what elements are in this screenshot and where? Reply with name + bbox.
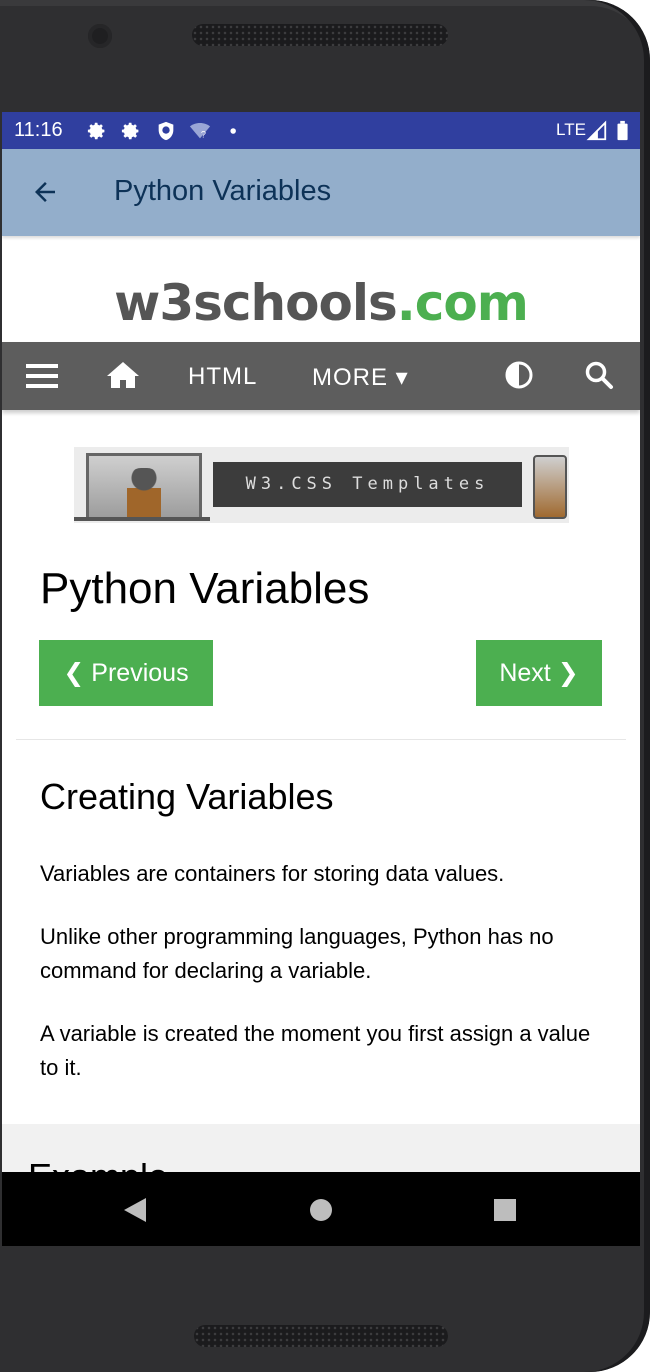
bottom-speaker [194, 1325, 448, 1347]
shield-icon [158, 121, 174, 141]
logo-main-text: w3schools [114, 274, 398, 332]
nav-recents-icon[interactable] [492, 1196, 518, 1224]
system-nav-bar [2, 1172, 640, 1246]
laptop-base [74, 517, 210, 521]
wifi-question-icon: ? [189, 122, 211, 139]
section-title: Creating Variables [40, 776, 334, 817]
app-bar: Python Variables [2, 149, 640, 236]
paragraph: Unlike other programming languages, Pyth… [40, 924, 554, 983]
dot-icon [230, 128, 236, 134]
nav-home-icon[interactable] [308, 1196, 334, 1224]
arrow-back-icon[interactable] [30, 177, 60, 207]
phone-frame: 11:16 ? LTE Python Variables w3schools.c… [0, 0, 650, 1372]
settings-icon [87, 122, 105, 140]
paragraph: A variable is created the moment you fir… [40, 1021, 591, 1080]
app-bar-title: Python Variables [114, 175, 332, 207]
site-top-nav: HTML MORE ▾ [2, 342, 640, 410]
screen: 11:16 ? LTE Python Variables w3schools.c… [2, 112, 640, 1246]
top-speaker [192, 24, 448, 46]
laptop-illustration [86, 453, 202, 518]
nav-back-icon[interactable] [122, 1196, 148, 1224]
battery-icon [617, 120, 628, 141]
previous-button[interactable]: ❮ Previous [39, 640, 213, 706]
mobile-illustration [533, 455, 567, 519]
contrast-icon[interactable] [505, 361, 533, 389]
network-type: LTE [556, 120, 586, 139]
status-time: 11:16 [14, 119, 63, 141]
nav-more[interactable]: MORE ▾ [312, 363, 409, 392]
page-title: Python Variables [40, 564, 370, 613]
paragraph: Variables are containers for storing dat… [40, 861, 505, 886]
signal-icon [586, 120, 607, 141]
search-icon[interactable] [584, 360, 614, 390]
front-camera [88, 24, 112, 48]
w3schools-logo[interactable]: w3schools.com [2, 274, 640, 332]
w3css-templates-banner[interactable]: W3.CSS Templates [74, 447, 569, 523]
banner-label: W3.CSS Templates [213, 462, 522, 507]
divider [16, 739, 626, 740]
home-icon[interactable] [106, 360, 140, 390]
hamburger-menu-icon[interactable] [26, 362, 58, 390]
status-bar: 11:16 ? LTE [2, 112, 640, 149]
settings-icon [121, 122, 139, 140]
svg-text:?: ? [201, 129, 206, 139]
next-button[interactable]: Next ❯ [476, 640, 602, 706]
logo-tld-text: .com [396, 274, 529, 332]
nav-html[interactable]: HTML [188, 363, 257, 391]
